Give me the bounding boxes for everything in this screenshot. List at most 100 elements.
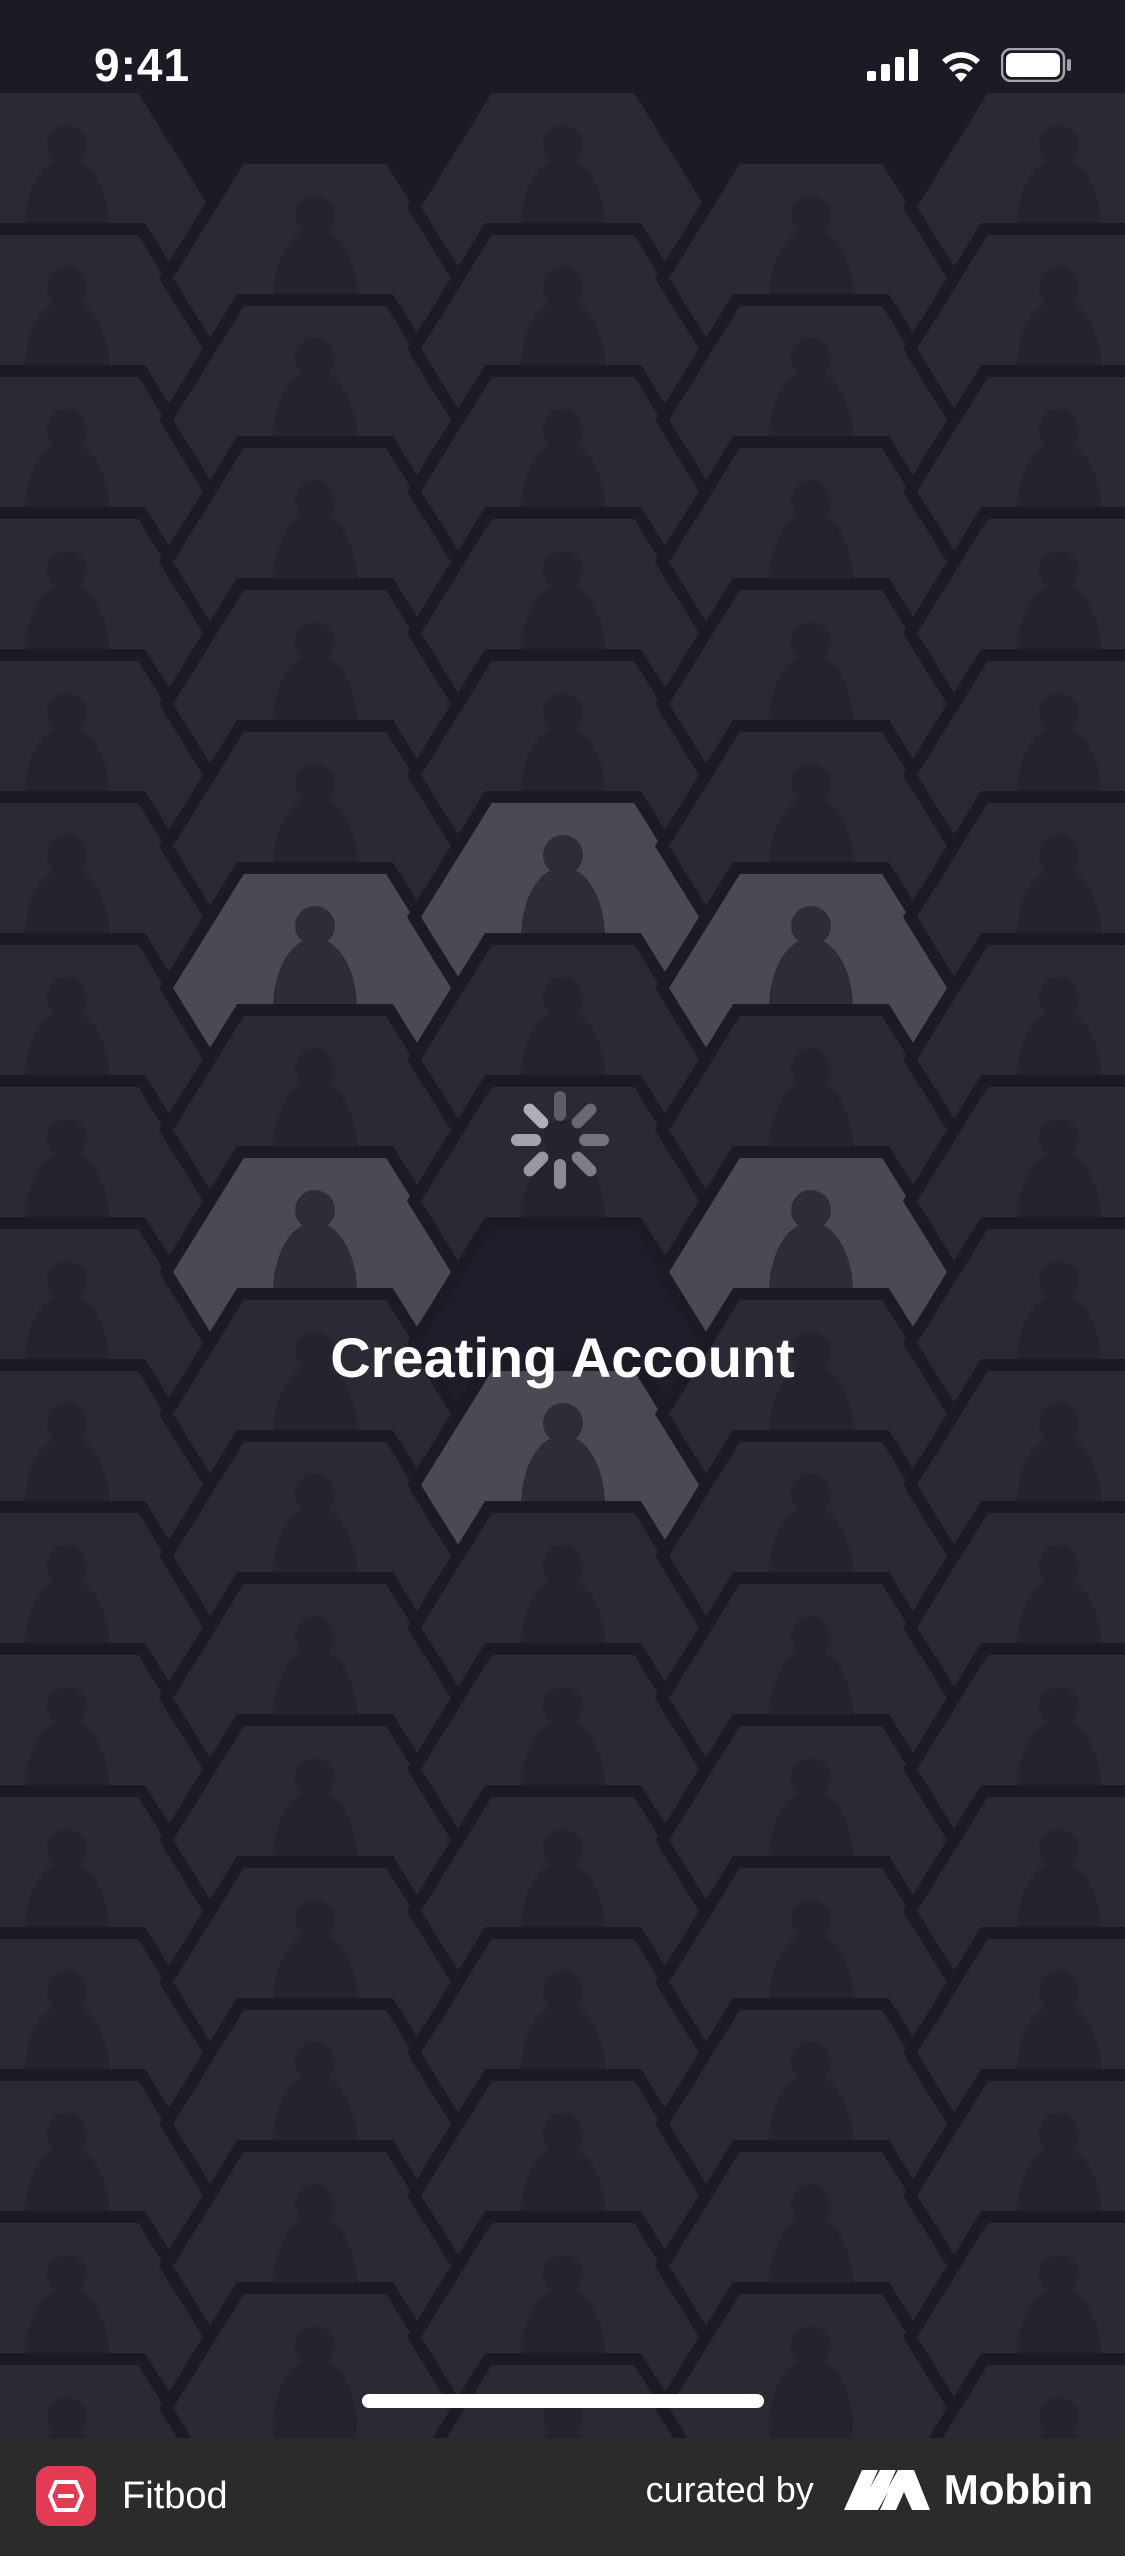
athlete-head: [1039, 551, 1079, 591]
athlete-head: [295, 1048, 335, 1088]
athlete-head: [295, 2326, 335, 2366]
athlete-head: [295, 1900, 335, 1940]
athlete-head: [295, 906, 335, 946]
spinner-spoke: [571, 1103, 597, 1129]
athlete-head: [295, 622, 335, 662]
spinner-spoke: [554, 1159, 566, 1189]
athlete-head: [1039, 267, 1079, 307]
fitbod-logo-icon: [36, 2466, 96, 2526]
wifi-icon: [942, 52, 980, 82]
status-icons: [867, 48, 1073, 82]
athlete-head: [543, 551, 583, 591]
athlete-head: [791, 1048, 831, 1088]
athlete-head: [791, 196, 831, 236]
athlete-head: [543, 2255, 583, 2295]
athlete-head: [791, 2184, 831, 2224]
curated-by: curated by Mobbin: [646, 2466, 1093, 2514]
athlete-head: [1039, 1403, 1079, 1443]
app-brand[interactable]: Fitbod: [36, 2466, 228, 2526]
spinner-spoke: [579, 1134, 609, 1146]
athlete-head: [543, 693, 583, 733]
athlete-head: [1039, 1687, 1079, 1727]
exercise-photo-hexagon-grid: [0, 81, 1125, 2438]
athlete-head: [543, 977, 583, 1017]
athlete-head: [543, 1829, 583, 1869]
athlete-head: [47, 1119, 87, 1159]
athlete-head: [1039, 1971, 1079, 2011]
athlete-head: [295, 1190, 335, 1230]
athlete-head: [791, 906, 831, 946]
athlete-head: [47, 551, 87, 591]
athlete-head: [295, 1758, 335, 1798]
athlete-head: [791, 338, 831, 378]
athlete-head: [1039, 835, 1079, 875]
spinner-icon: [511, 1091, 609, 1189]
athlete-head: [1039, 1261, 1079, 1301]
athlete-head: [543, 2113, 583, 2153]
home-indicator[interactable]: [362, 2394, 764, 2408]
loading-screen: 9:41 Creating Account: [0, 0, 1125, 2438]
spinner-spoke: [523, 1151, 549, 1177]
footer-bar: Fitbod curated by Mobbin: [0, 2438, 1125, 2556]
spinner-spoke: [511, 1134, 541, 1146]
status-time: 9:41: [94, 39, 191, 91]
athlete-head: [543, 1687, 583, 1727]
athlete-head: [47, 2113, 87, 2153]
athlete-head: [791, 1900, 831, 1940]
athlete-head: [1039, 693, 1079, 733]
athlete-head: [791, 2326, 831, 2366]
athlete-head: [295, 480, 335, 520]
athlete-head: [295, 196, 335, 236]
spinner-spoke: [571, 1151, 597, 1177]
athlete-head: [1039, 2255, 1079, 2295]
mobbin-logo-icon: [843, 2470, 930, 2510]
athlete-head: [47, 1971, 87, 2011]
spinner-spoke: [523, 1103, 549, 1129]
athlete-head: [791, 1616, 831, 1656]
athlete-head: [543, 1545, 583, 1585]
cellular-signal-icon: [867, 49, 918, 81]
athlete-head: [47, 693, 87, 733]
athlete-head: [47, 1829, 87, 1869]
athlete-head: [1039, 977, 1079, 1017]
status-bar: 9:41: [0, 0, 1125, 140]
athlete-head: [295, 764, 335, 804]
app-name: Fitbod: [122, 2474, 228, 2517]
athlete-head: [1039, 2397, 1079, 2437]
athlete-head: [1039, 1545, 1079, 1585]
athlete-head: [47, 835, 87, 875]
athlete-head: [295, 338, 335, 378]
athlete-head: [791, 480, 831, 520]
mobbin-name: Mobbin: [943, 2466, 1093, 2513]
athlete-head: [47, 2397, 87, 2437]
athlete-head: [47, 1687, 87, 1727]
athlete-head: [47, 2255, 87, 2295]
athlete-head: [543, 267, 583, 307]
athlete-head: [791, 1758, 831, 1798]
loading-message: Creating Account: [330, 1326, 795, 1389]
athlete-head: [791, 622, 831, 662]
mobbin-brand[interactable]: Mobbin: [843, 2466, 1093, 2514]
athlete-head: [1039, 2113, 1079, 2153]
athlete-head: [295, 1474, 335, 1514]
athlete-head: [1039, 1119, 1079, 1159]
spinner-spoke: [554, 1091, 566, 1121]
battery-icon: [1001, 48, 1071, 82]
athlete-head: [47, 977, 87, 1017]
athlete-head: [1039, 409, 1079, 449]
athlete-head: [47, 409, 87, 449]
athlete-head: [295, 1616, 335, 1656]
athlete-head: [791, 764, 831, 804]
athlete-head: [791, 2042, 831, 2082]
athlete-head: [543, 1403, 583, 1443]
athlete-head: [791, 1474, 831, 1514]
athlete-head: [295, 2042, 335, 2082]
athlete-head: [791, 1190, 831, 1230]
athlete-head: [543, 1971, 583, 2011]
athlete-head: [1039, 1829, 1079, 1869]
athlete-head: [543, 409, 583, 449]
athlete-head: [47, 1261, 87, 1301]
athlete-head: [543, 835, 583, 875]
athlete-head: [295, 2184, 335, 2224]
athlete-head: [47, 1403, 87, 1443]
